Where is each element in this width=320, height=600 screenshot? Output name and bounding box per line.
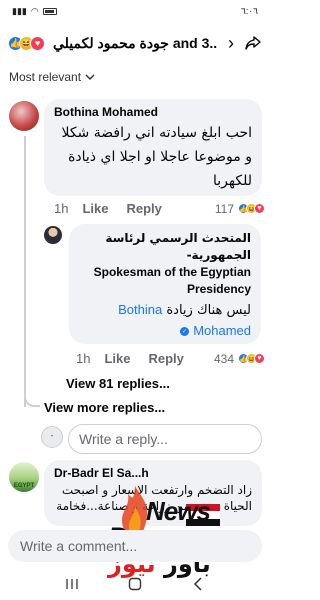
thread-line [24,136,26,407]
reply-text: ليس هناك زيادة [166,303,251,318]
comment-bubble[interactable]: Dr-Badr El Sa...h زاد التضخم وارتفعت الا… [44,460,262,526]
like-button[interactable]: Like [82,201,108,216]
reply-time: 1h [76,351,91,366]
view-more-replies-link[interactable]: View more replies... [44,400,165,415]
reaction-count-number: 434 [213,351,234,366]
status-time: ٦:٠٦ [240,5,258,16]
reply-bubble[interactable]: المتحدث الرسمي لرئاسة الجمهورية- Spokesm… [69,224,261,344]
system-nav-bar [0,568,270,600]
love-reaction-icon: ♥ [254,353,265,364]
reply-author-english[interactable]: Spokesman of the Egyptian Presidency [79,264,251,298]
comment-text: احب ابلغ سيادته اني رافضة شكلا و موضوعا … [61,125,252,189]
sort-dropdown[interactable]: Most relevant [9,70,95,84]
view-replies-link[interactable]: View 81 replies... [66,376,170,391]
reply-button[interactable]: Reply [148,351,183,366]
wifi-icon: ◠ [30,5,39,16]
reply-input[interactable]: Write a reply... [68,424,262,454]
battery-icon [42,7,57,15]
thread-curve [24,395,40,407]
comment-author[interactable]: Dr-Badr El Sa...h [54,466,252,480]
current-user-avatar: • [41,426,63,448]
reaction-count[interactable]: 434 👍 😆 ♥ [213,351,265,366]
avatar[interactable] [9,101,39,131]
recent-apps-icon[interactable] [60,572,84,596]
comment-text: زاد التضخم وارتفعت الاسعار و اصبحت الحيا… [56,483,252,513]
reply-text-line: ليس هناك زيادة Bothina Mohamed ✓ [79,300,251,342]
comment-author[interactable]: Bothina Mohamed [54,105,252,119]
comment-bubble[interactable]: Bothina Mohamed احب ابلغ سيادته اني رافض… [44,99,262,196]
reply-author-arabic[interactable]: المتحدث الرسمي لرئاسة الجمهورية- [79,230,251,264]
comment-time: 1h [54,201,69,216]
comment-composer[interactable]: Write a comment... [8,530,262,562]
egypt-flag-icon [186,504,220,526]
share-icon[interactable] [244,34,262,52]
composer-placeholder: Write a comment... [20,538,138,554]
signal-icon: ▮▮▮ [12,5,27,16]
status-bar: ▮▮▮ ◠ ٦:٠٦ [0,0,270,22]
comments-header: 👍 😆 ♥ جودة محمود لكميلي and 3... › [0,26,270,60]
reaction-count-number: 117 [214,201,234,216]
love-reaction-icon: ♥ [30,35,45,51]
reaction-count[interactable]: 117 👍 😆 ♥ [214,201,265,216]
reactors-title[interactable]: جودة محمود لكميلي and 3... [53,35,218,52]
avatar[interactable] [44,226,62,244]
love-reaction-icon: ♥ [254,203,265,214]
chevron-down-icon [85,74,95,80]
back-icon[interactable] [186,572,210,596]
reply-actions: 1h Like Reply 434 👍 😆 ♥ [76,351,265,366]
reply-button[interactable]: Reply [126,201,161,216]
reaction-summary[interactable]: 👍 😆 ♥ [8,35,45,51]
reply-input-placeholder: Write a reply... [79,431,168,447]
comment-actions: 1h Like Reply 117 👍 😆 ♥ [54,201,265,216]
like-button[interactable]: Like [104,351,130,366]
avatar-label: EGYPT [13,483,35,489]
sort-label: Most relevant [9,70,82,84]
home-icon[interactable] [123,572,147,596]
chevron-right-icon[interactable]: › [224,33,238,54]
verified-badge-icon: ✓ [180,327,190,336]
avatar[interactable]: EGYPT [9,462,39,492]
status-left-icons: ▮▮▮ ◠ [12,6,57,17]
